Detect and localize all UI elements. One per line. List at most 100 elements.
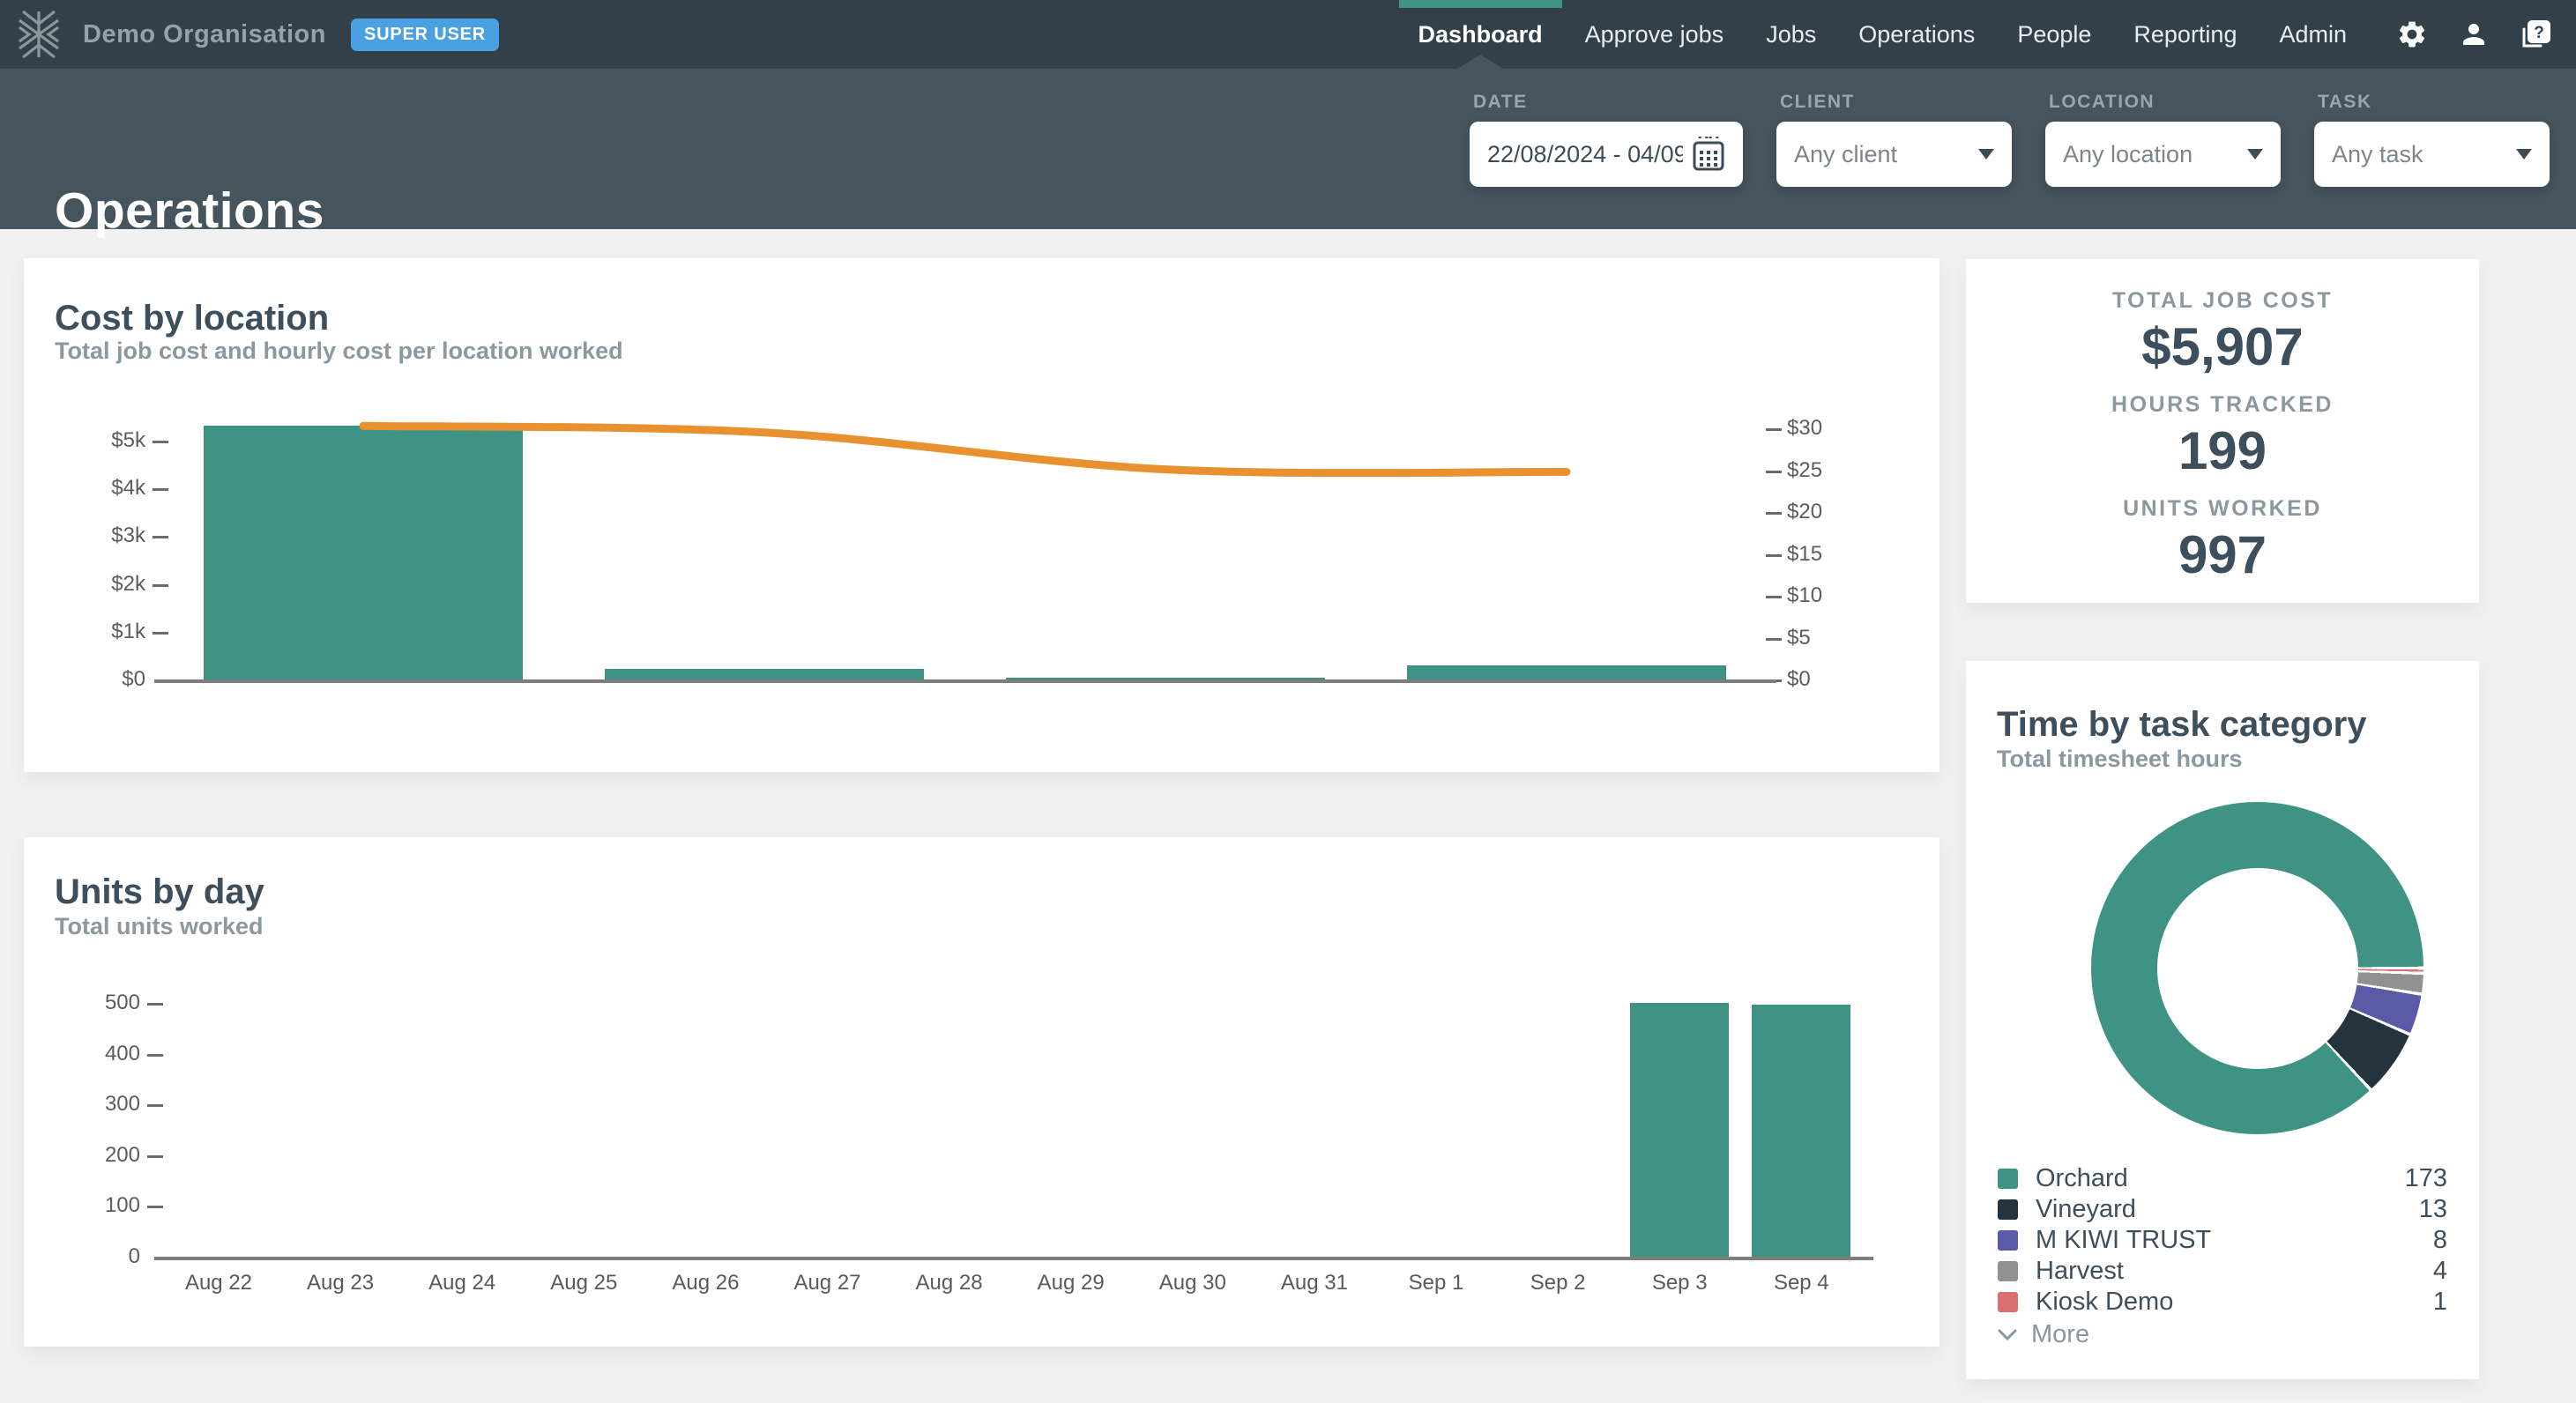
legend-swatch [1998, 1261, 2018, 1281]
right-axis-tick-label: $15 [1787, 544, 1866, 565]
legend-label: M KIWI TRUST [2036, 1226, 2433, 1255]
left-axis-tick [153, 632, 168, 635]
nav-item-reporting[interactable]: Reporting [2112, 0, 2258, 69]
left-axis-tick-label: $5k [59, 430, 145, 451]
right-axis-tick-label: $5 [1787, 627, 1866, 649]
y-axis-tick-label: 500 [59, 992, 140, 1013]
legend-swatch [1998, 1230, 2018, 1251]
legend-label: Vineyard [2036, 1195, 2419, 1224]
cost-by-location-chart: $0$1k$2k$3k$4k$5k$0$5$10$15$20$25$30 [24, 258, 1939, 772]
legend-swatch [1998, 1169, 2018, 1189]
y-axis-tick-label: 200 [59, 1145, 140, 1166]
page-title: Operations [55, 182, 324, 240]
chevron-down-icon [1978, 149, 1994, 160]
date-range-input[interactable]: 22/08/2024 - 04/09/202 [1470, 122, 1743, 187]
left-axis-tick-label: $0 [59, 669, 145, 690]
help-button[interactable]: ? [2518, 17, 2553, 52]
chevron-down-icon [1998, 1329, 2017, 1341]
nav-item-dashboard[interactable]: Dashboard [1397, 0, 1564, 69]
x-axis-line [154, 1257, 1873, 1260]
right-axis-tick-label: $0 [1787, 669, 1866, 690]
right-axis-tick [1766, 512, 1782, 515]
legend-row: Kiosk Demo1 [1998, 1287, 2447, 1318]
left-axis-tick-label: $3k [59, 525, 145, 546]
chevron-down-icon [2516, 149, 2532, 160]
donut-card-title: Time by task category [1997, 705, 2366, 745]
stat-label: HOURS TRACKED [2111, 392, 2334, 418]
left-axis-tick-label: $2k [59, 574, 145, 595]
nav-item-operations[interactable]: Operations [1837, 0, 1996, 69]
cost-bar [204, 426, 523, 679]
units-by-day-chart: 0100200300400500Aug 22Aug 23Aug 24Aug 25… [24, 837, 1939, 1347]
hours-tracked-stat: HOURS TRACKED 199 [2111, 392, 2334, 481]
task-select[interactable]: Any task [2314, 122, 2550, 187]
nav-item-admin[interactable]: Admin [2258, 0, 2368, 69]
user-profile-button[interactable] [2456, 17, 2491, 52]
super-user-badge: SUPER USER [351, 19, 499, 51]
legend-value: 173 [2405, 1164, 2447, 1193]
units-bar [1630, 1003, 1729, 1257]
total-job-cost-stat: TOTAL JOB COST $5,907 [2112, 288, 2333, 377]
date-range-value: 22/08/2024 - 04/09/202 [1487, 141, 1683, 168]
client-select-value: Any client [1794, 141, 1968, 168]
top-navbar: Demo Organisation SUPER USER DashboardAp… [0, 0, 2576, 69]
client-select[interactable]: Any client [1776, 122, 2012, 187]
x-axis-category-label: Aug 23 [283, 1271, 398, 1295]
y-axis-tick [147, 1003, 163, 1006]
donut-card-subtitle: Total timesheet hours [1997, 746, 2243, 773]
gear-icon [2396, 19, 2428, 50]
legend-swatch [1998, 1292, 2018, 1312]
legend-row: M KIWI TRUST8 [1998, 1225, 2447, 1256]
units-by-day-card: Units by day Total units worked 01002003… [24, 837, 1939, 1347]
location-select-value: Any location [2063, 141, 2237, 168]
left-axis-tick [153, 488, 168, 491]
y-axis-tick-label: 400 [59, 1043, 140, 1065]
right-axis-tick [1766, 428, 1782, 431]
legend-row: Harvest4 [1998, 1256, 2447, 1287]
legend-value: 1 [2433, 1288, 2447, 1317]
x-axis-category-label: Sep 4 [1744, 1271, 1858, 1295]
right-axis-tick [1766, 471, 1782, 473]
legend-row: Orchard173 [1998, 1163, 2447, 1194]
right-axis-tick [1766, 554, 1782, 557]
legend-swatch [1998, 1199, 2018, 1220]
summary-stats-card: TOTAL JOB COST $5,907 HOURS TRACKED 199 … [1966, 259, 2479, 603]
left-axis-tick [153, 536, 168, 538]
cost-bar [1006, 678, 1325, 679]
y-axis-tick [147, 1054, 163, 1057]
legend-value: 4 [2433, 1257, 2447, 1286]
filters-bar: DATE 22/08/2024 - 04/09/202 [1470, 92, 2550, 187]
cost-bar [605, 669, 924, 679]
x-axis-line [154, 679, 1776, 683]
right-axis-tick-label: $10 [1787, 585, 1866, 606]
x-axis-category-label: Aug 24 [405, 1271, 519, 1295]
task-select-value: Any task [2332, 141, 2505, 168]
donut-legend: Orchard173Vineyard13M KIWI TRUST8Harvest… [1998, 1163, 2447, 1318]
y-axis-tick [147, 1206, 163, 1208]
x-axis-category-label: Sep 1 [1379, 1271, 1493, 1295]
stat-value: 199 [2178, 420, 2267, 481]
time-by-task-category-card: Time by task category Total timesheet ho… [1966, 661, 2479, 1379]
task-category-donut-chart [2091, 802, 2423, 1134]
y-axis-tick-label: 300 [59, 1094, 140, 1115]
nav-item-jobs[interactable]: Jobs [1745, 0, 1837, 69]
stat-value: 997 [2178, 524, 2267, 585]
nav-item-people[interactable]: People [1996, 0, 2112, 69]
legend-row: Vineyard13 [1998, 1194, 2447, 1225]
navbar-brand: Demo Organisation SUPER USER [0, 10, 499, 59]
user-icon [2458, 19, 2490, 50]
nav-item-approve-jobs[interactable]: Approve jobs [1564, 0, 1746, 69]
units-worked-stat: UNITS WORKED 997 [2123, 496, 2322, 585]
task-filter-group: TASK Any task [2314, 92, 2550, 187]
location-select[interactable]: Any location [2045, 122, 2281, 187]
legend-value: 13 [2419, 1195, 2447, 1224]
donut-hole [2157, 868, 2358, 1069]
legend-value: 8 [2433, 1226, 2447, 1255]
settings-button[interactable] [2394, 17, 2430, 52]
left-axis-tick [153, 584, 168, 587]
legend-label: Harvest [2036, 1257, 2433, 1286]
x-axis-category-label: Sep 2 [1500, 1271, 1615, 1295]
stat-label: UNITS WORKED [2123, 496, 2322, 522]
x-axis-category-label: Aug 26 [648, 1271, 763, 1295]
legend-more-button[interactable]: More [1998, 1320, 2089, 1349]
